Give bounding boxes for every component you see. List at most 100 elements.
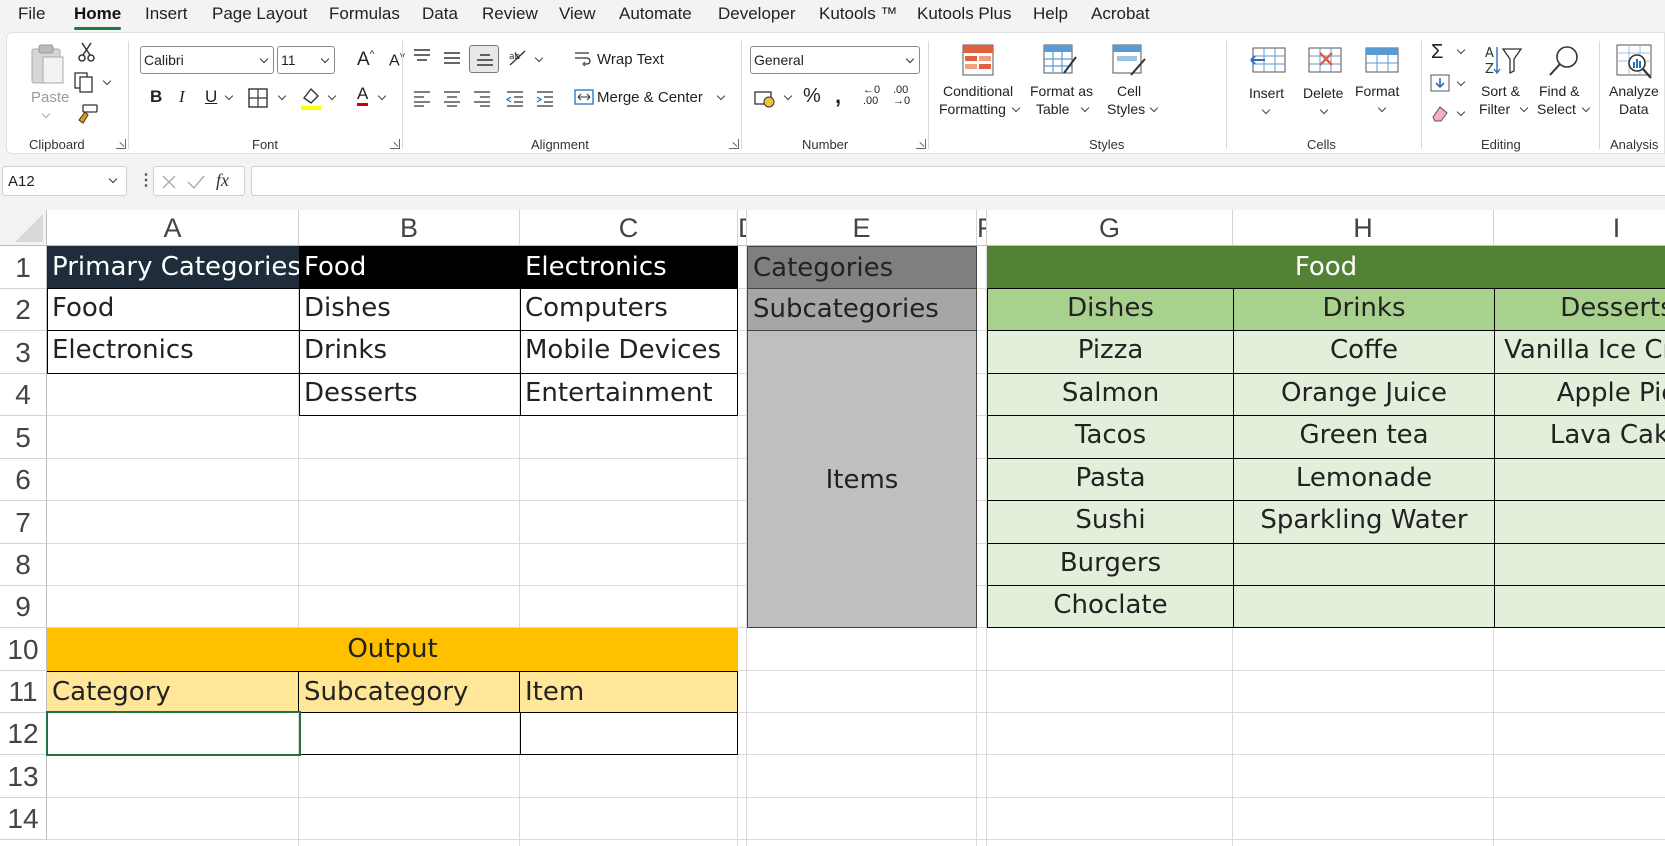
font-size-select[interactable]: 11 <box>277 46 335 74</box>
cell-i4[interactable]: Apple Pie <box>1494 373 1665 416</box>
column-header-h[interactable]: H <box>1233 210 1494 246</box>
cell-e3-items[interactable]: Items <box>747 330 977 628</box>
column-header-e[interactable]: E <box>747 210 977 246</box>
cell-g5[interactable]: Tacos <box>987 415 1234 459</box>
cell-h3[interactable]: Coffe <box>1233 330 1495 374</box>
tab-view[interactable]: View <box>559 4 596 24</box>
italic-icon[interactable]: I <box>179 87 185 107</box>
cell-b3[interactable]: Drinks <box>299 330 521 374</box>
cell-i6[interactable] <box>1494 458 1665 501</box>
chevron-down-icon[interactable] <box>1456 45 1466 55</box>
cell-h4[interactable]: Orange Juice <box>1233 373 1495 416</box>
align-top-icon[interactable] <box>411 47 433 65</box>
insert-function-icon[interactable]: fx <box>216 170 229 191</box>
increase-font-icon[interactable]: A^ <box>357 49 374 71</box>
row-header-11[interactable]: 11 <box>0 671 47 713</box>
column-header-d[interactable]: D <box>738 210 747 246</box>
chevron-down-icon[interactable] <box>716 91 726 101</box>
worksheet-grid[interactable]: A B C D E F G H I 1 2 3 4 5 6 7 8 9 10 1… <box>0 210 1665 846</box>
tab-developer[interactable]: Developer <box>718 4 796 24</box>
accounting-format-icon[interactable] <box>753 87 777 109</box>
chevron-down-icon[interactable] <box>534 53 544 63</box>
cell-h9[interactable] <box>1233 585 1495 628</box>
row-header-12[interactable]: 12 <box>0 713 47 755</box>
chevron-down-icon[interactable] <box>377 91 387 101</box>
cell-g7[interactable]: Sushi <box>987 500 1234 544</box>
cell-g3[interactable]: Pizza <box>987 330 1234 374</box>
wrap-text-icon[interactable] <box>573 49 593 69</box>
column-header-f[interactable]: F <box>977 210 987 246</box>
sort-filter-button[interactable]: A Z Sort & Filter <box>1475 39 1531 129</box>
chevron-down-icon[interactable] <box>277 91 287 101</box>
fill-icon[interactable] <box>1429 73 1451 93</box>
fill-color-icon[interactable] <box>299 85 323 111</box>
row-header-9[interactable]: 9 <box>0 586 47 628</box>
format-cells-button[interactable]: Format <box>1353 39 1411 129</box>
font-name-select[interactable]: Calibri <box>140 46 274 74</box>
cell-food-title[interactable]: Food <box>987 246 1665 289</box>
cell-i7[interactable] <box>1494 500 1665 544</box>
cell-h2[interactable]: Drinks <box>1233 288 1495 331</box>
enter-icon[interactable] <box>186 173 206 191</box>
cell-styles-button[interactable]: Cell Styles <box>1099 39 1159 129</box>
cell-i3[interactable]: Vanilla Ice Cream <box>1494 330 1665 374</box>
align-middle-icon[interactable] <box>441 49 463 67</box>
decrease-font-icon[interactable]: A˅ <box>389 51 406 70</box>
cell-b2[interactable]: Dishes <box>299 288 521 331</box>
formula-input[interactable] <box>251 166 1665 196</box>
cell-c4[interactable]: Entertainment <box>520 373 738 416</box>
row-header-2[interactable]: 2 <box>0 289 47 331</box>
chevron-down-icon[interactable] <box>1456 77 1466 87</box>
row-header-14[interactable]: 14 <box>0 798 47 840</box>
select-all-corner[interactable] <box>0 210 47 246</box>
cell-i2[interactable]: Desserts <box>1494 288 1665 331</box>
cell-a1[interactable]: Primary Categories <box>47 246 299 289</box>
tab-insert[interactable]: Insert <box>145 4 188 24</box>
cell-g4[interactable]: Salmon <box>987 373 1234 416</box>
cell-c3[interactable]: Mobile Devices <box>520 330 738 374</box>
increase-decimal-icon[interactable]: ←0.00 <box>863 85 880 107</box>
align-center-icon[interactable] <box>441 89 463 107</box>
row-header-8[interactable]: 8 <box>0 544 47 586</box>
tab-formulas[interactable]: Formulas <box>329 4 400 24</box>
chevron-down-icon[interactable] <box>1456 107 1466 117</box>
cell-g8[interactable]: Burgers <box>987 543 1234 586</box>
cell-g6[interactable]: Pasta <box>987 458 1234 501</box>
insert-cells-button[interactable]: Insert <box>1243 39 1295 129</box>
format-as-table-button[interactable]: Format as Table <box>1022 39 1098 129</box>
cell-h6[interactable]: Lemonade <box>1233 458 1495 501</box>
autosum-icon[interactable]: Σ <box>1431 41 1443 64</box>
tab-kutools[interactable]: Kutools ™ <box>819 4 897 24</box>
cell-output-title[interactable]: Output <box>47 628 738 671</box>
decrease-indent-icon[interactable] <box>504 89 526 107</box>
cell-c11[interactable]: Item <box>520 671 738 713</box>
row-header-5[interactable]: 5 <box>0 416 47 459</box>
cell-b4[interactable]: Desserts <box>299 373 521 416</box>
borders-icon[interactable] <box>247 87 269 109</box>
merge-center-icon[interactable] <box>573 87 595 107</box>
percent-icon[interactable]: % <box>803 85 821 108</box>
column-header-a[interactable]: A <box>47 210 299 246</box>
cell-c1[interactable]: Electronics <box>520 246 738 289</box>
cell-g2[interactable]: Dishes <box>987 288 1234 331</box>
alignment-launcher-icon[interactable] <box>729 139 739 149</box>
cell-a3[interactable]: Electronics <box>47 330 300 374</box>
tab-home[interactable]: Home <box>74 4 122 30</box>
find-select-button[interactable]: Find & Select <box>1533 39 1593 129</box>
chevron-down-icon[interactable] <box>327 91 337 101</box>
tab-automate[interactable]: Automate <box>619 4 692 24</box>
align-left-icon[interactable] <box>411 89 433 107</box>
cell-g9[interactable]: Choclate <box>987 585 1234 628</box>
cell-e2[interactable]: Subcategories <box>747 288 977 331</box>
copy-icon[interactable] <box>73 71 99 93</box>
tab-data[interactable]: Data <box>422 4 458 24</box>
cell-h7[interactable]: Sparkling Water <box>1233 500 1495 544</box>
comma-style-icon[interactable]: , <box>835 83 841 109</box>
tab-page-layout[interactable]: Page Layout <box>212 4 307 24</box>
column-header-i[interactable]: I <box>1494 210 1665 246</box>
font-color-icon[interactable]: A <box>357 85 369 106</box>
tab-review[interactable]: Review <box>482 4 538 24</box>
cell-b1[interactable]: Food <box>299 246 520 289</box>
chevron-down-icon[interactable] <box>224 91 234 101</box>
cell-h5[interactable]: Green tea <box>1233 415 1495 459</box>
